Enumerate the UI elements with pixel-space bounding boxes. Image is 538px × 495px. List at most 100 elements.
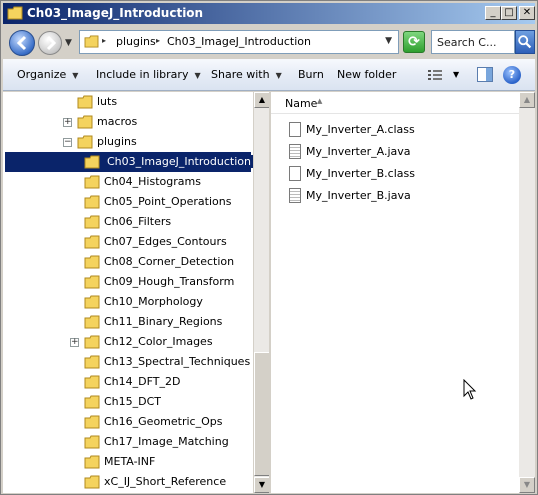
file-icon	[289, 166, 301, 181]
scroll-down-arrow[interactable]: ▼	[519, 477, 535, 493]
refresh-button[interactable]: ⟳	[403, 31, 425, 53]
tree-item-label: Ch05_Point_Operations	[104, 195, 232, 208]
tree-item-label: Ch16_Geometric_Ops	[104, 415, 223, 428]
tree-item-label: plugins	[97, 135, 137, 148]
tree-item-label: Ch03_ImageJ_Introduction	[104, 155, 254, 168]
views-icon[interactable]	[427, 68, 443, 82]
folder-icon	[77, 115, 93, 129]
tree-item-selected[interactable]: Ch03_ImageJ_Introduction	[5, 152, 254, 172]
scroll-down-arrow[interactable]: ▼	[254, 477, 269, 493]
views-dropdown-icon[interactable]: ▼	[453, 70, 459, 79]
arrow-right-icon	[46, 35, 57, 51]
folder-icon	[84, 255, 100, 269]
folder-icon	[84, 275, 100, 289]
tree-item-label: META-INF	[104, 455, 156, 468]
folder-icon	[84, 175, 100, 189]
scrollbar-thumb[interactable]	[254, 352, 269, 476]
tree-item-label: Ch08_Corner_Detection	[104, 255, 235, 268]
tree-item-label: xC_IJ_Short_Reference	[104, 475, 227, 488]
folder-icon	[84, 435, 100, 449]
navigation-tree[interactable]: luts macros + plugins − Ch03_ImageJ_Introduct…	[3, 92, 269, 493]
folder-icon	[77, 135, 93, 149]
tree-item-label: Ch12_Color_Images	[104, 335, 213, 348]
caret-down-icon: ▼	[275, 71, 282, 80]
folder-icon	[84, 35, 99, 48]
chevron-down-icon[interactable]: ▼	[385, 36, 392, 46]
title-bar[interactable]: Ch03_ImageJ_Introduction _ □ ✕	[3, 3, 535, 24]
collapse-icon[interactable]: −	[63, 138, 72, 147]
file-name: My_Inverter_A.java	[306, 145, 411, 158]
folder-icon	[84, 215, 100, 229]
search-input[interactable]: Search C...	[431, 30, 515, 54]
folder-icon	[84, 295, 100, 309]
folder-icon	[7, 6, 23, 20]
folder-icon	[77, 95, 93, 109]
caret-down-icon: ▼	[72, 71, 79, 80]
tree-item-label: Ch04_Histograms	[104, 175, 201, 188]
breadcrumb-plugins[interactable]: plugins	[116, 35, 156, 48]
arrow-left-icon	[16, 35, 27, 51]
new-folder-button[interactable]: New folder	[337, 68, 396, 81]
scroll-up-arrow[interactable]: ▲	[254, 92, 269, 108]
search-icon	[518, 35, 532, 49]
chevron-right-icon[interactable]: ▸	[156, 36, 160, 45]
expand-icon[interactable]: +	[70, 338, 79, 347]
close-button[interactable]: ✕	[519, 6, 535, 20]
mouse-cursor-icon	[463, 379, 477, 400]
tree-item-label: Ch09_Hough_Transform	[104, 275, 235, 288]
address-bar[interactable]: ▸ plugins ▸ Ch03_ImageJ_Introduction ▼	[79, 30, 399, 54]
file-icon	[289, 122, 301, 137]
folder-icon	[84, 315, 100, 329]
list-scrollbar[interactable]: ▲ ▼	[519, 92, 535, 493]
maximize-button[interactable]: □	[501, 6, 517, 20]
text-file-icon	[289, 144, 301, 159]
preview-pane-icon[interactable]	[477, 67, 493, 82]
column-header-name[interactable]: Name ▲	[271, 92, 519, 114]
tree-item-label: Ch06_Filters	[104, 215, 172, 228]
folder-icon	[84, 335, 100, 349]
file-name: My_Inverter_A.class	[306, 123, 415, 136]
file-name: My_Inverter_B.class	[306, 167, 415, 180]
command-bar: Organize ▼ Include in library ▼ Share with…	[3, 59, 535, 91]
tree-item-label: Ch11_Binary_Regions	[104, 315, 223, 328]
tree-item-label: Ch10_Morphology	[104, 295, 203, 308]
column-name-label: Name	[285, 97, 318, 110]
folder-icon	[84, 375, 100, 389]
file-list[interactable]: Name ▲ My_Inverter_A.class My_Inverter_A.…	[271, 92, 535, 493]
help-icon[interactable]: ?	[503, 66, 521, 84]
file-name: My_Inverter_B.java	[306, 189, 411, 202]
back-button[interactable]	[9, 30, 35, 56]
burn-button[interactable]: Burn	[298, 68, 324, 81]
share-with-menu[interactable]: Share with ▼	[211, 68, 282, 81]
folder-icon	[84, 395, 100, 409]
chevron-right-icon[interactable]: ▸	[102, 36, 106, 45]
expand-icon[interactable]: +	[63, 118, 72, 127]
include-in-library-menu[interactable]: Include in library ▼	[96, 68, 201, 81]
explorer-window: Ch03_ImageJ_Introduction _ □ ✕ ▼ ▸ plugi…	[0, 0, 538, 495]
organize-label: Organize	[17, 68, 67, 81]
scroll-up-arrow[interactable]: ▲	[519, 92, 535, 108]
breadcrumb-current[interactable]: Ch03_ImageJ_Introduction	[167, 35, 311, 48]
search-placeholder: Search C...	[437, 36, 497, 49]
sort-ascending-icon: ▲	[317, 97, 323, 105]
tree-item-label: luts	[97, 95, 118, 108]
folder-icon	[84, 155, 100, 169]
minimize-button[interactable]: _	[485, 6, 501, 20]
tree-item-label: Ch07_Edges_Contours	[104, 235, 227, 248]
folder-icon	[84, 415, 100, 429]
tree-scrollbar[interactable]: ▲ ▼	[253, 92, 269, 493]
caret-down-icon: ▼	[194, 71, 201, 80]
recent-pages-dropdown[interactable]: ▼	[65, 38, 72, 48]
address-row: ▼ ▸ plugins ▸ Ch03_ImageJ_Introduction ▼…	[3, 25, 535, 59]
search-button[interactable]	[515, 30, 535, 54]
folder-icon	[84, 475, 100, 489]
window-title: Ch03_ImageJ_Introduction	[27, 6, 204, 20]
forward-button[interactable]	[38, 31, 62, 55]
tree-item-label: macros	[97, 115, 138, 128]
organize-menu[interactable]: Organize ▼	[17, 68, 78, 81]
tree-item-label: Ch17_Image_Matching	[104, 435, 229, 448]
folder-icon	[84, 235, 100, 249]
folder-icon	[84, 195, 100, 209]
text-file-icon	[289, 188, 301, 203]
folder-icon	[84, 355, 100, 369]
